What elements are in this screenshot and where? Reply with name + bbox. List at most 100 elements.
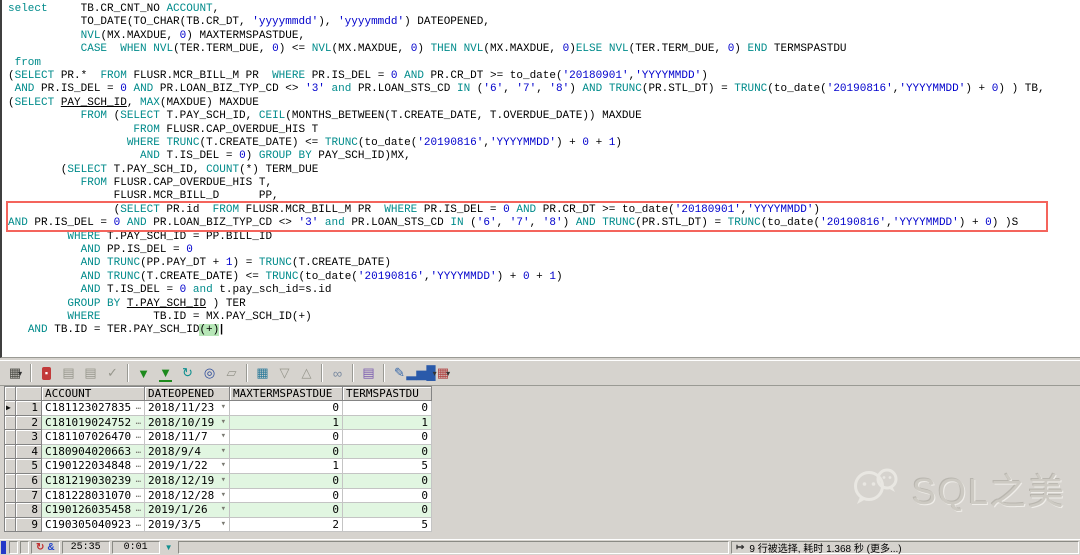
cell[interactable]: 0 <box>230 444 343 460</box>
cell[interactable]: C181123027835… <box>42 401 145 416</box>
cell[interactable]: C190305040923… <box>42 517 145 533</box>
chart-icon[interactable]: ▂▅█ ▾ <box>406 363 436 383</box>
ellipsis-icon[interactable]: … <box>136 401 141 415</box>
cell[interactable]: 1 <box>343 415 432 431</box>
row-marker <box>5 459 16 474</box>
auto-refresh-icon[interactable]: ↻ <box>36 542 44 553</box>
dropdown-icon[interactable]: ▾ <box>221 459 226 473</box>
ellipsis-icon[interactable]: … <box>136 459 141 473</box>
eraser-icon[interactable]: ▱ <box>221 363 242 383</box>
column-header[interactable]: TERMSPASTDU <box>343 387 432 401</box>
cell[interactable]: 0 <box>230 473 343 489</box>
dropdown-icon[interactable]: ▾ <box>221 430 226 444</box>
cell[interactable]: C190122034848… <box>42 459 145 474</box>
table-row[interactable]: 4 C180904020663… 2018/9/4 ▾ 0 0 <box>5 444 432 460</box>
cell[interactable]: 2018/12/28 ▾ <box>145 488 230 504</box>
collapse-icon[interactable]: ▽ <box>274 363 295 383</box>
table-row[interactable]: 7 C181228031070… 2018/12/28 ▾ 0 0 <box>5 488 432 504</box>
toolbar-separator <box>383 364 385 382</box>
total-time: 25:35 <box>61 541 110 554</box>
save-icon[interactable]: ▤ <box>358 363 379 383</box>
ellipsis-icon[interactable]: … <box>136 489 141 503</box>
cell[interactable]: 5 <box>343 517 432 533</box>
cell[interactable]: 2019/1/26 ▾ <box>145 503 230 518</box>
table-row[interactable]: 2 C181019024752… 2018/10/19 ▾ 1 1 <box>5 415 432 431</box>
dropdown-icon[interactable]: ▾ <box>221 416 226 430</box>
expand-icon[interactable]: △ <box>296 363 317 383</box>
row-marker <box>5 444 16 460</box>
cell[interactable]: C190126035458… <box>42 503 145 518</box>
column-header[interactable]: ACCOUNT <box>42 387 145 401</box>
cell[interactable]: 0 <box>230 430 343 445</box>
dropdown-icon[interactable]: ▾ <box>221 445 226 459</box>
commit-check-icon[interactable]: ✓ <box>102 363 123 383</box>
grid-options-icon[interactable]: ▦ ▾ <box>5 363 26 383</box>
cell[interactable]: 2018/9/4 ▾ <box>145 444 230 460</box>
cell[interactable]: 1 <box>230 415 343 431</box>
cell[interactable]: 2018/10/19 ▾ <box>145 415 230 431</box>
ellipsis-icon[interactable]: … <box>136 416 141 430</box>
cell[interactable]: 1 <box>230 459 343 474</box>
cell[interactable]: 2019/1/22 ▾ <box>145 459 230 474</box>
ellipsis-icon[interactable]: … <box>136 445 141 459</box>
result-info[interactable]: ↦ 9 行被选择, 耗时 1.368 秒 (更多...) <box>731 541 1079 555</box>
ellipsis-icon[interactable]: … <box>136 518 141 532</box>
column-header[interactable]: MAXTERMSPASTDUE <box>230 387 343 401</box>
code-line: WHERE TB.ID = MX.PAY_SCH_ID(+) <box>67 310 312 323</box>
table-row[interactable]: 6 C181219030239… 2018/12/19 ▾ 0 0 <box>5 473 432 489</box>
cell[interactable]: C181107026470… <box>42 430 145 445</box>
lock-icon[interactable]: ▪ <box>36 363 57 383</box>
cell[interactable]: 2018/12/19 ▾ <box>145 473 230 489</box>
result-grid[interactable]: ACCOUNT DATEOPENED MAXTERMSPASTDUE TERMSPAS… <box>4 386 432 533</box>
dropdown-icon[interactable]: ▾ <box>221 401 226 415</box>
row-marker <box>5 415 16 431</box>
cell[interactable]: 2018/11/7 ▾ <box>145 430 230 445</box>
refresh-icon[interactable]: ↻ <box>177 363 198 383</box>
cell[interactable]: 0 <box>230 488 343 504</box>
ellipsis-icon[interactable]: … <box>136 503 141 517</box>
cell[interactable]: 0 <box>230 401 343 416</box>
cell[interactable]: C180904020663… <box>42 444 145 460</box>
cell[interactable]: 0 <box>343 488 432 504</box>
dropdown-icon[interactable]: ▾ <box>221 503 226 517</box>
dropdown-icon[interactable]: ▾ <box>221 489 226 503</box>
code-line: AND TRUNC(PP.PAY_DT + 1) = TRUNC(T.CREAT… <box>80 257 391 270</box>
column-header[interactable]: DATEOPENED <box>145 387 230 401</box>
cell[interactable]: 0 <box>343 430 432 445</box>
table-row[interactable]: 8 C190126035458… 2019/1/26 ▾ 0 0 <box>5 503 432 518</box>
sql-editor[interactable]: select TB.CR_CNT_NO ACCOUNT, TO_DATE(TO_… <box>0 0 1080 358</box>
watermark-text: SQL之美 <box>911 471 1066 512</box>
chevron-down-icon: ▾ <box>18 368 23 378</box>
table-row[interactable]: ▶ 1 C181123027835… 2018/11/23 ▾ 0 0 <box>5 401 432 416</box>
cell[interactable]: 0 <box>343 401 432 416</box>
folder-icon[interactable]: ▤ <box>58 363 79 383</box>
sql-code[interactable]: select TB.CR_CNT_NO ACCOUNT, TO_DATE(TO_… <box>8 3 1045 338</box>
cell[interactable]: 2019/3/5 ▾ <box>145 517 230 533</box>
cell[interactable]: 5 <box>343 459 432 474</box>
fetch-last-page-icon[interactable]: ▼ <box>155 363 176 383</box>
cell[interactable]: 0 <box>343 444 432 460</box>
table-row[interactable]: 5 C190122034848… 2019/1/22 ▾ 1 5 <box>5 459 432 474</box>
find-icon[interactable]: ◎ <box>199 363 220 383</box>
cell[interactable]: 2 <box>230 517 343 533</box>
dropdown-icon[interactable]: ▾ <box>221 474 226 488</box>
link-icon[interactable]: ∞ <box>327 363 348 383</box>
table-row[interactable]: 9 C190305040923… 2019/3/5 ▾ 2 5 <box>5 517 432 533</box>
ellipsis-icon[interactable]: … <box>136 474 141 488</box>
ellipsis-icon[interactable]: … <box>136 430 141 444</box>
folder-remove-icon[interactable]: ▤ <box>80 363 101 383</box>
cell[interactable]: 0 <box>343 473 432 489</box>
cell[interactable]: C181019024752… <box>42 415 145 431</box>
cell[interactable]: 0 <box>343 503 432 518</box>
table-row[interactable]: 3 C181107026470… 2018/11/7 ▾ 0 0 <box>5 430 432 445</box>
session-indicator <box>1 541 6 554</box>
export-grid-icon[interactable]: ▦ <box>252 363 273 383</box>
cell[interactable]: C181219030239… <box>42 473 145 489</box>
cell[interactable]: 0 <box>230 503 343 518</box>
table-icon[interactable]: ▦ ▾ <box>433 363 454 383</box>
status-dropdown-icon[interactable]: ▼ <box>161 540 177 555</box>
cell[interactable]: 2018/11/23 ▾ <box>145 401 230 416</box>
fetch-next-page-icon[interactable]: ▼ <box>133 363 154 383</box>
dropdown-icon[interactable]: ▾ <box>221 518 226 532</box>
cell[interactable]: C181228031070… <box>42 488 145 504</box>
